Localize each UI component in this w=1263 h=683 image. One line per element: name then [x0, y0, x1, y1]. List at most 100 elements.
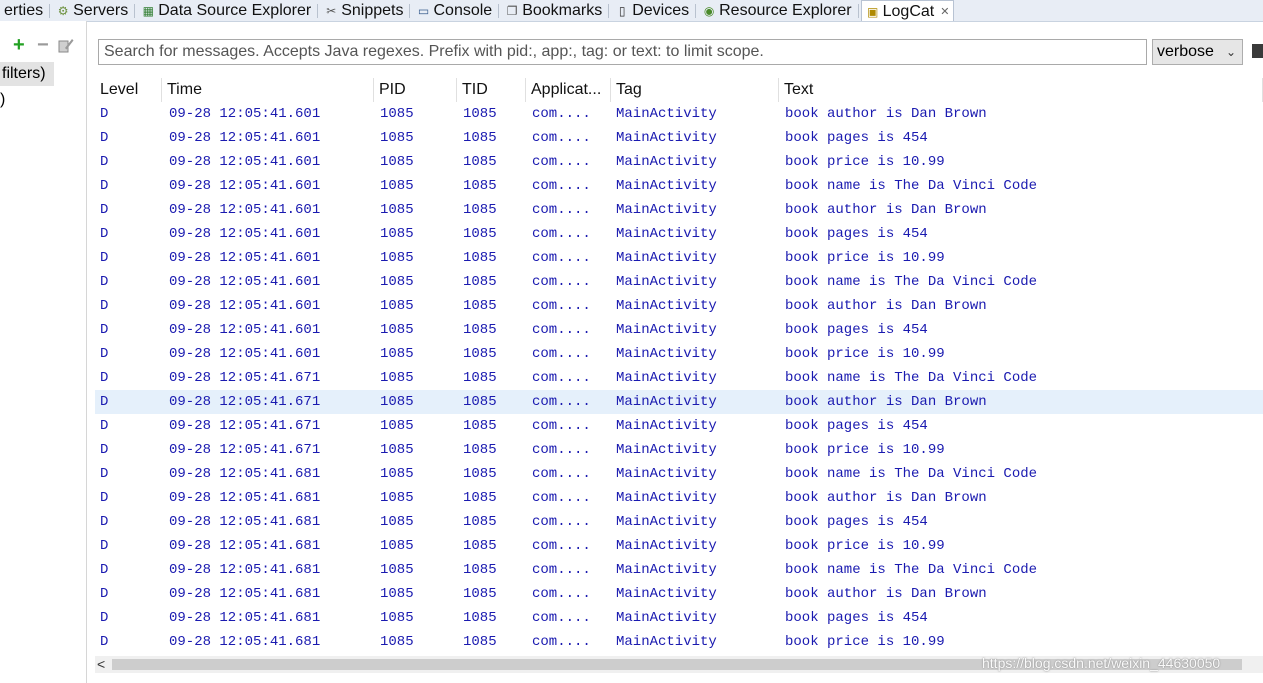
table-row[interactable]: D 09-28 12:05:41.671 1085 1085 com.... MainAc… — [95, 390, 1263, 414]
snippets-icon: ✂ — [326, 3, 337, 18]
cell-time: 09-28 12:05:41.681 — [169, 538, 321, 554]
table-row[interactable]: D 09-28 12:05:41.681 1085 1085 com.... MainAc… — [95, 462, 1263, 486]
cell-application: com.... — [532, 370, 591, 386]
save-icon[interactable] — [1252, 44, 1263, 58]
cell-level: D — [100, 322, 109, 338]
tab-label: Snippets — [341, 1, 404, 19]
cell-pid: 1085 — [380, 178, 414, 194]
table-row[interactable]: D 09-28 12:05:41.601 1085 1085 com.... MainAc… — [95, 102, 1263, 126]
cell-text: book author is Dan Brown — [785, 106, 987, 122]
table-row[interactable]: D 09-28 12:05:41.601 1085 1085 com.... MainAc… — [95, 318, 1263, 342]
cell-application: com.... — [532, 586, 591, 602]
filter-item-app[interactable]: ) — [0, 89, 5, 111]
filter-toolbar: + − — [0, 35, 86, 55]
cell-pid: 1085 — [380, 634, 414, 650]
table-row[interactable]: D 09-28 12:05:41.601 1085 1085 com.... MainAc… — [95, 342, 1263, 366]
tab-resource-explorer[interactable]: ◉ Resource Explorer — [698, 0, 856, 21]
table-row[interactable]: D 09-28 12:05:41.601 1085 1085 com.... MainAc… — [95, 246, 1263, 270]
column-header-application[interactable]: Applicat... — [526, 77, 611, 103]
table-row[interactable]: D 09-28 12:05:41.671 1085 1085 com.... MainAc… — [95, 414, 1263, 438]
column-header-text[interactable]: Text — [779, 77, 1263, 103]
table-row[interactable]: D 09-28 12:05:41.601 1085 1085 com.... MainAc… — [95, 294, 1263, 318]
tab-separator — [49, 3, 51, 18]
cell-tid: 1085 — [463, 610, 497, 626]
cell-level: D — [100, 202, 109, 218]
cell-tag: MainActivity — [616, 106, 717, 122]
cell-tid: 1085 — [463, 418, 497, 434]
table-row[interactable]: D 09-28 12:05:41.681 1085 1085 com.... MainAc… — [95, 486, 1263, 510]
table-row[interactable]: D 09-28 12:05:41.601 1085 1085 com.... MainAc… — [95, 270, 1263, 294]
tab-console[interactable]: ▭ Console — [412, 0, 496, 21]
scroll-left-icon[interactable]: < — [97, 656, 105, 673]
table-row[interactable]: D 09-28 12:05:41.681 1085 1085 com.... MainAc… — [95, 606, 1263, 630]
tab-devices[interactable]: ▯ Devices — [611, 0, 693, 21]
table-row[interactable]: D 09-28 12:05:41.601 1085 1085 com.... MainAc… — [95, 150, 1263, 174]
cell-text: book pages is 454 — [785, 130, 928, 146]
column-header-level[interactable]: Level — [95, 77, 162, 103]
tab-label: Devices — [632, 1, 690, 19]
cell-time: 09-28 12:05:41.671 — [169, 418, 321, 434]
tab-snippets[interactable]: ✂ Snippets — [320, 0, 407, 21]
table-row[interactable]: D 09-28 12:05:41.671 1085 1085 com.... MainAc… — [95, 438, 1263, 462]
cell-level: D — [100, 274, 109, 290]
cell-text: book author is Dan Brown — [785, 394, 987, 410]
tab-logcat[interactable]: ▣ LogCat ✕ — [860, 0, 955, 21]
resource-explorer-icon: ◉ — [703, 3, 715, 18]
table-row[interactable]: D 09-28 12:05:41.681 1085 1085 com.... MainAc… — [95, 558, 1263, 582]
cell-text: book author is Dan Brown — [785, 202, 987, 218]
table-row[interactable]: D 09-28 12:05:41.681 1085 1085 com.... MainAc… — [95, 582, 1263, 606]
cell-time: 09-28 12:05:41.601 — [169, 322, 321, 338]
cell-text: book name is The Da Vinci Code — [785, 562, 1038, 578]
tab-data-source-explorer[interactable]: ▦ Data Source Explorer — [137, 0, 315, 21]
cell-tid: 1085 — [463, 274, 497, 290]
column-header-tid[interactable]: TID — [457, 77, 526, 103]
tab-label: Data Source Explorer — [158, 1, 312, 19]
cell-application: com.... — [532, 106, 591, 122]
cell-time: 09-28 12:05:41.601 — [169, 226, 321, 242]
tab-separator — [134, 3, 136, 18]
column-header-time[interactable]: Time — [162, 77, 374, 103]
column-header-tag[interactable]: Tag — [611, 77, 779, 103]
table-row[interactable]: D 09-28 12:05:41.681 1085 1085 com.... MainAc… — [95, 534, 1263, 558]
cell-text: book pages is 454 — [785, 226, 928, 242]
tab-bookmarks[interactable]: ❐ Bookmarks — [501, 0, 606, 21]
table-row[interactable]: D 09-28 12:05:41.681 1085 1085 com.... MainAc… — [95, 630, 1263, 654]
cell-text: book pages is 454 — [785, 610, 928, 626]
cell-pid: 1085 — [380, 154, 414, 170]
cell-level: D — [100, 514, 109, 530]
cell-tid: 1085 — [463, 106, 497, 122]
tab-erties[interactable]: erties — [0, 0, 47, 21]
cell-tid: 1085 — [463, 370, 497, 386]
remove-filter-icon[interactable]: − — [37, 35, 49, 55]
view-tab-bar: erties ⚙ Servers ▦ Data Source Explorer ✂ Snip… — [0, 0, 1263, 22]
cell-tid: 1085 — [463, 346, 497, 362]
cell-time: 09-28 12:05:41.681 — [169, 514, 321, 530]
cell-application: com.... — [532, 634, 591, 650]
filter-pane: + − filters) ) — [0, 21, 87, 683]
cell-level: D — [100, 178, 109, 194]
cell-text: book author is Dan Brown — [785, 586, 987, 602]
cell-application: com.... — [532, 130, 591, 146]
close-icon[interactable]: ✕ — [940, 5, 949, 18]
search-input[interactable] — [98, 39, 1147, 65]
table-row[interactable]: D 09-28 12:05:41.601 1085 1085 com.... MainAc… — [95, 198, 1263, 222]
cell-tag: MainActivity — [616, 634, 717, 650]
table-row[interactable]: D 09-28 12:05:41.601 1085 1085 com.... MainAc… — [95, 222, 1263, 246]
column-header-pid[interactable]: PID — [374, 77, 457, 103]
cell-tag: MainActivity — [616, 610, 717, 626]
cell-application: com.... — [532, 610, 591, 626]
tab-servers[interactable]: ⚙ Servers — [52, 0, 132, 21]
table-row[interactable]: D 09-28 12:05:41.681 1085 1085 com.... MainAc… — [95, 510, 1263, 534]
cell-application: com.... — [532, 274, 591, 290]
cell-pid: 1085 — [380, 538, 414, 554]
add-filter-icon[interactable]: + — [13, 35, 25, 55]
servers-icon: ⚙ — [57, 3, 69, 18]
table-row[interactable]: D 09-28 12:05:41.601 1085 1085 com.... MainAc… — [95, 174, 1263, 198]
table-row[interactable]: D 09-28 12:05:41.601 1085 1085 com.... MainAc… — [95, 126, 1263, 150]
log-level-select[interactable]: verbose ⌄ — [1152, 39, 1243, 65]
table-row[interactable]: D 09-28 12:05:41.671 1085 1085 com.... MainAc… — [95, 366, 1263, 390]
filter-item-all[interactable]: filters) — [0, 62, 54, 86]
cell-time: 09-28 12:05:41.681 — [169, 610, 321, 626]
edit-filter-icon[interactable] — [58, 37, 74, 53]
cell-tag: MainActivity — [616, 226, 717, 242]
